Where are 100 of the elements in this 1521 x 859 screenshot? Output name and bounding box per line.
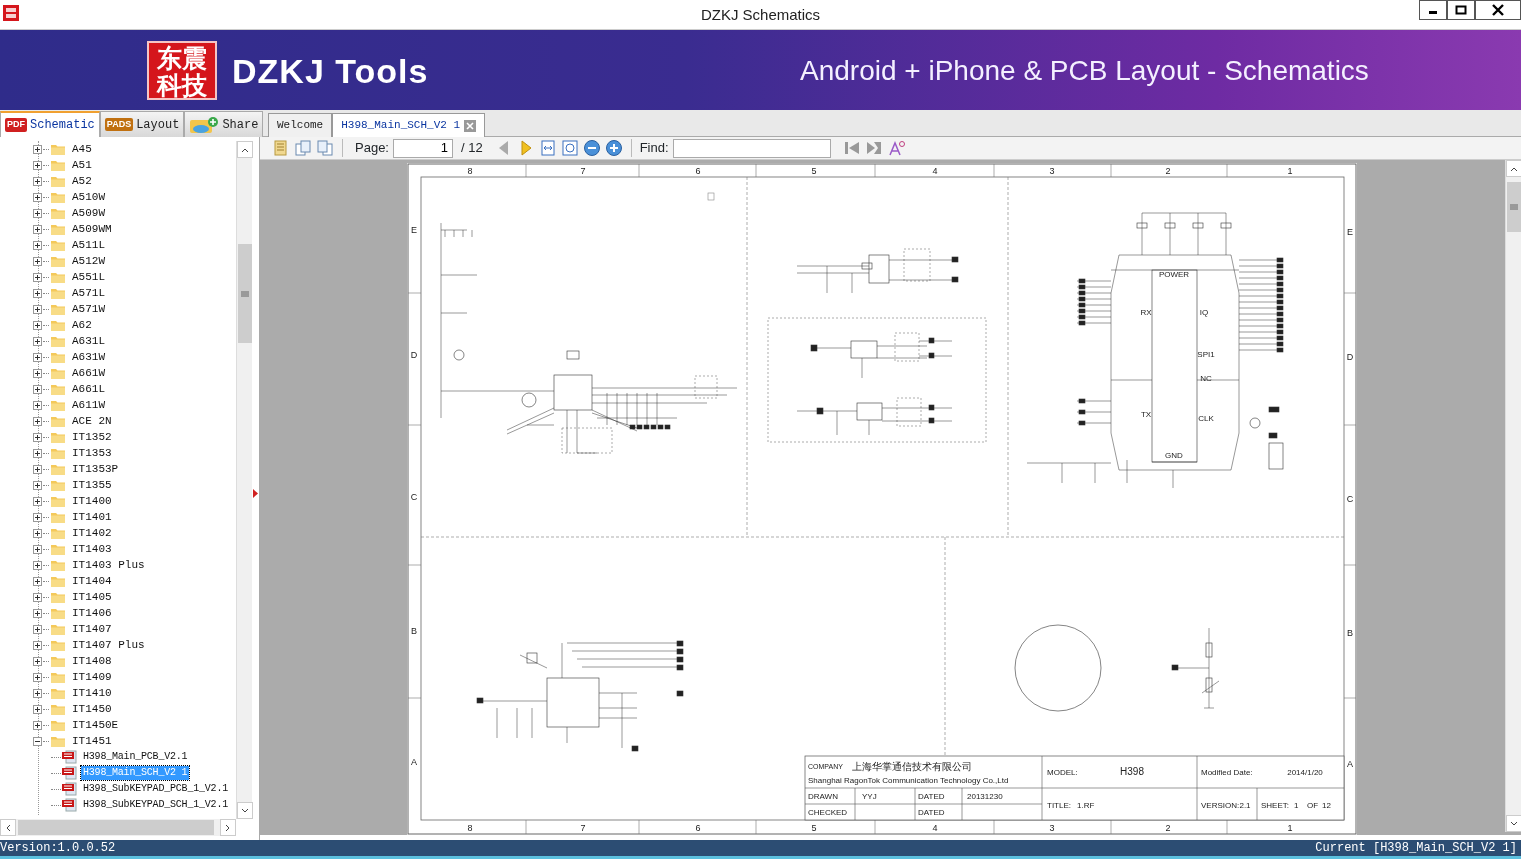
tree-item[interactable]: IT1400	[70, 494, 114, 508]
expand-icon[interactable]	[33, 192, 42, 202]
minimize-button[interactable]	[1419, 0, 1447, 20]
tree-item[interactable]: A509WM	[70, 222, 114, 236]
expand-icon[interactable]	[33, 432, 42, 442]
tree-item[interactable]: IT1405	[70, 590, 114, 604]
tree-item[interactable]: A510W	[70, 190, 107, 204]
expand-icon[interactable]	[33, 496, 42, 506]
expand-icon[interactable]	[33, 608, 42, 618]
tree-item[interactable]: A512W	[70, 254, 107, 268]
tree-item[interactable]: IT1355	[70, 478, 114, 492]
fit-page-icon[interactable]	[560, 139, 579, 157]
page-scrollbar[interactable]	[1505, 160, 1521, 832]
expand-icon[interactable]	[33, 704, 42, 714]
text-options-icon[interactable]	[886, 139, 905, 157]
expand-icon[interactable]	[33, 144, 42, 154]
tree-item[interactable]: IT1353P	[70, 462, 121, 476]
expand-icon[interactable]	[33, 256, 42, 266]
expand-icon[interactable]	[33, 464, 42, 474]
expand-icon[interactable]	[33, 416, 42, 426]
tree-item[interactable]: A62	[70, 318, 94, 332]
expand-icon[interactable]	[33, 624, 42, 634]
tree-item[interactable]: A51	[70, 158, 94, 172]
tree-item[interactable]: IT1353	[70, 446, 114, 460]
tree-item[interactable]: A52	[70, 174, 94, 188]
tree-item[interactable]: A571L	[70, 286, 107, 300]
close-tab-icon[interactable]	[464, 119, 477, 132]
tree-item[interactable]: IT1401	[70, 510, 114, 524]
tree-item[interactable]: A661L	[70, 382, 107, 396]
tree-item[interactable]: IT1407 Plus	[70, 638, 147, 652]
expand-icon[interactable]	[33, 208, 42, 218]
scroll-up-button[interactable]	[1506, 160, 1521, 177]
expand-icon[interactable]	[33, 592, 42, 602]
expand-icon[interactable]	[33, 224, 42, 234]
expand-icon[interactable]	[33, 272, 42, 282]
find-next-icon[interactable]	[864, 139, 883, 157]
tree-item[interactable]: A511L	[70, 238, 107, 252]
tree-item[interactable]: A509W	[70, 206, 107, 220]
sidebar-tab[interactable]: PADS Layout	[99, 111, 185, 137]
expand-icon[interactable]	[33, 352, 42, 362]
scroll-thumb[interactable]	[1507, 182, 1521, 232]
tree-item[interactable]: IT1404	[70, 574, 114, 588]
collapse-icon[interactable]	[33, 736, 42, 746]
expand-icon[interactable]	[33, 656, 42, 666]
expand-icon[interactable]	[33, 288, 42, 298]
tree-item[interactable]: IT1408	[70, 654, 114, 668]
tree-item[interactable]: A661W	[70, 366, 107, 380]
fit-width-icon[interactable]	[538, 139, 557, 157]
expand-icon[interactable]	[33, 336, 42, 346]
collapse-arrow-icon[interactable]	[253, 489, 258, 498]
expand-icon[interactable]	[33, 384, 42, 394]
scroll-thumb[interactable]	[18, 820, 214, 835]
expand-icon[interactable]	[33, 720, 42, 730]
maximize-button[interactable]	[1447, 0, 1475, 20]
expand-icon[interactable]	[33, 672, 42, 682]
scroll-up-button[interactable]	[237, 141, 253, 158]
tree-item[interactable]: H398_Main_PCB_V2.1	[81, 750, 190, 764]
tree-item[interactable]: A631W	[70, 350, 107, 364]
scroll-down-button[interactable]	[237, 802, 253, 819]
expand-icon[interactable]	[33, 528, 42, 538]
scroll-left-button[interactable]	[0, 819, 16, 836]
sidebar-tab[interactable]: PDF Schematic	[0, 111, 100, 137]
find-field[interactable]	[672, 138, 831, 158]
tree-item[interactable]: IT1403	[70, 542, 114, 556]
zoom-in-icon[interactable]	[604, 139, 623, 157]
scroll-down-button[interactable]	[1506, 815, 1521, 832]
tree-item[interactable]: H398_SubKEYPAD_PCB_1_V2.1	[81, 782, 231, 796]
tree-item[interactable]: ACE 2N	[70, 414, 114, 428]
expand-icon[interactable]	[33, 448, 42, 458]
document-tab[interactable]: H398_Main_SCH_V2 1	[332, 113, 486, 137]
expand-icon[interactable]	[33, 304, 42, 314]
tree-item[interactable]: IT1352	[70, 430, 114, 444]
sidebar-tab[interactable]: Share	[184, 111, 264, 137]
document-tab[interactable]: Welcome	[268, 113, 333, 137]
tree-item[interactable]: IT1406	[70, 606, 114, 620]
tree-item[interactable]: IT1402	[70, 526, 114, 540]
expand-icon[interactable]	[33, 576, 42, 586]
tree-item[interactable]: A611W	[70, 398, 107, 412]
expand-icon[interactable]	[33, 320, 42, 330]
expand-icon[interactable]	[33, 560, 42, 570]
expand-icon[interactable]	[33, 544, 42, 554]
find-first-icon[interactable]	[842, 139, 861, 157]
expand-icon[interactable]	[33, 368, 42, 378]
tree-item[interactable]: IT1451	[70, 734, 114, 748]
expand-icon[interactable]	[33, 400, 42, 410]
tree-item[interactable]: IT1450E	[70, 718, 121, 732]
tree-item[interactable]: A571W	[70, 302, 107, 316]
tree-item[interactable]: IT1410	[70, 686, 114, 700]
tree-item[interactable]: IT1403 Plus	[70, 558, 147, 572]
expand-icon[interactable]	[33, 512, 42, 522]
scroll-right-button[interactable]	[220, 819, 236, 836]
expand-icon[interactable]	[33, 240, 42, 250]
expand-icon[interactable]	[33, 640, 42, 650]
tree-item[interactable]: A45	[70, 142, 94, 156]
scroll-thumb[interactable]	[238, 244, 252, 343]
tree-item[interactable]: A631L	[70, 334, 107, 348]
tree-item[interactable]: A551L	[70, 270, 107, 284]
expand-icon[interactable]	[33, 480, 42, 490]
tree-horizontal-scrollbar[interactable]	[0, 819, 236, 836]
tree-item[interactable]: IT1409	[70, 670, 114, 684]
